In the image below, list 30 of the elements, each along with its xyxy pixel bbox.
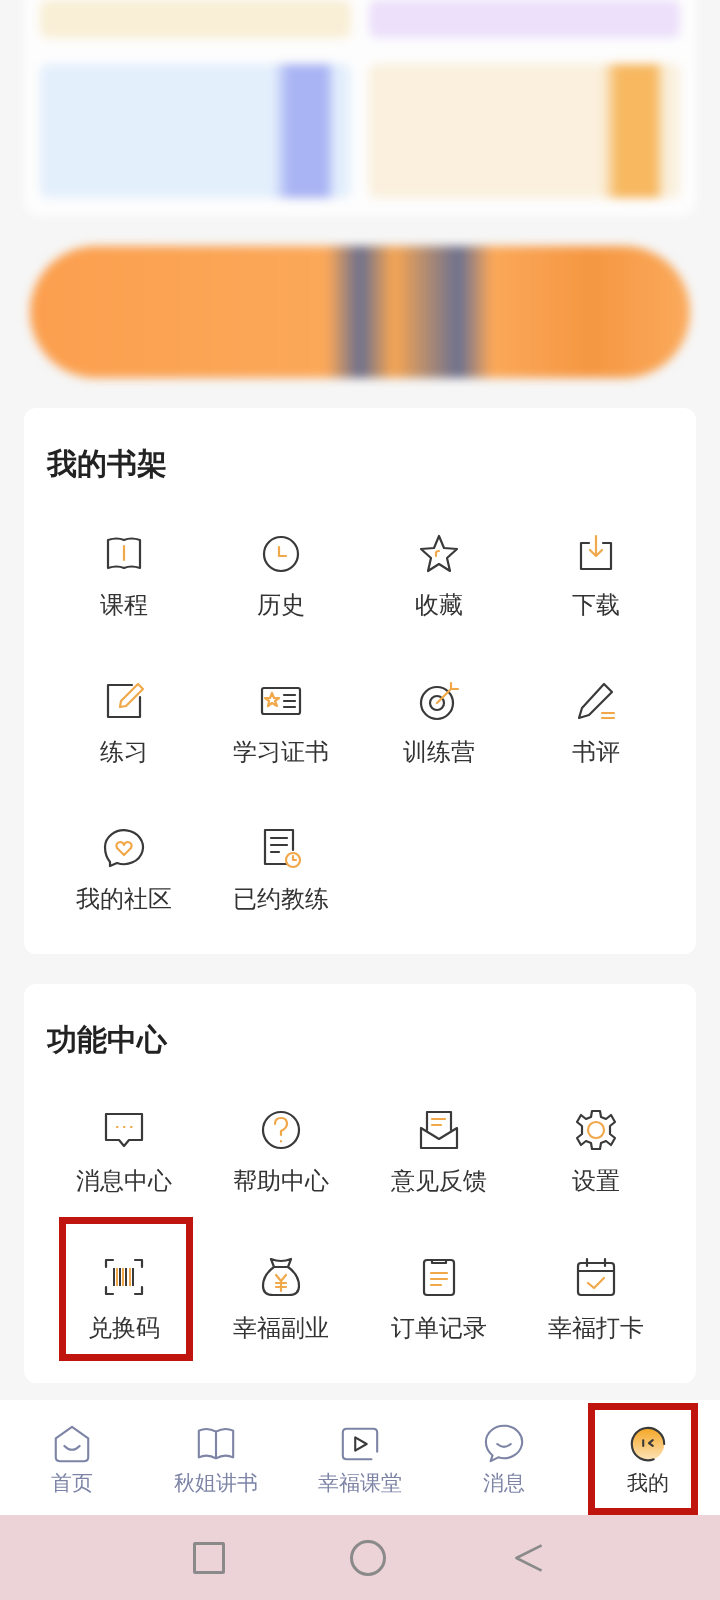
nav-tab[interactable]: 幸福课堂 <box>288 1400 432 1515</box>
menu-item[interactable]: 书评 <box>517 641 675 785</box>
nav-tab[interactable]: 首页 <box>0 1400 144 1515</box>
menu-item[interactable]: 消息中心 <box>45 1070 203 1214</box>
menu-item[interactable]: 下载 <box>517 494 675 638</box>
nav-tab[interactable]: 秋姐讲书 <box>144 1400 288 1515</box>
nav-tab[interactable]: 我的 <box>576 1400 720 1515</box>
menu-item[interactable]: 幸福副业 <box>202 1217 360 1361</box>
settings-icon <box>574 1108 619 1152</box>
chat-icon <box>483 1422 525 1465</box>
menu-item[interactable]: 设置 <box>517 1070 675 1214</box>
section-title: 功能中心 <box>47 1021 168 1059</box>
section-title: 我的书架 <box>47 445 168 483</box>
menu-item[interactable]: 意见反馈 <box>360 1070 518 1214</box>
menu-item[interactable]: 订单记录 <box>360 1217 518 1361</box>
heart-chat-icon <box>101 826 146 870</box>
menu-item[interactable]: 训练营 <box>360 641 518 785</box>
menu-item[interactable]: 练习 <box>45 641 203 785</box>
menu-item[interactable]: 学习证书 <box>202 641 360 785</box>
menu-item[interactable]: 历史 <box>202 494 360 638</box>
menu-item[interactable]: 帮助中心 <box>202 1070 360 1214</box>
menu-item[interactable]: 已约教练 <box>202 788 360 932</box>
menu-item[interactable]: 课程 <box>45 494 203 638</box>
nav-tab[interactable]: 消息 <box>432 1400 576 1515</box>
menu-item[interactable]: 兑换码 <box>45 1217 203 1361</box>
menu-item[interactable]: 我的社区 <box>45 788 203 932</box>
home-button-icon[interactable] <box>350 1539 386 1576</box>
recent-apps-icon[interactable] <box>192 1541 225 1574</box>
menu-item[interactable]: 收藏 <box>360 494 518 638</box>
menu-item[interactable]: 幸福打卡 <box>517 1217 675 1361</box>
